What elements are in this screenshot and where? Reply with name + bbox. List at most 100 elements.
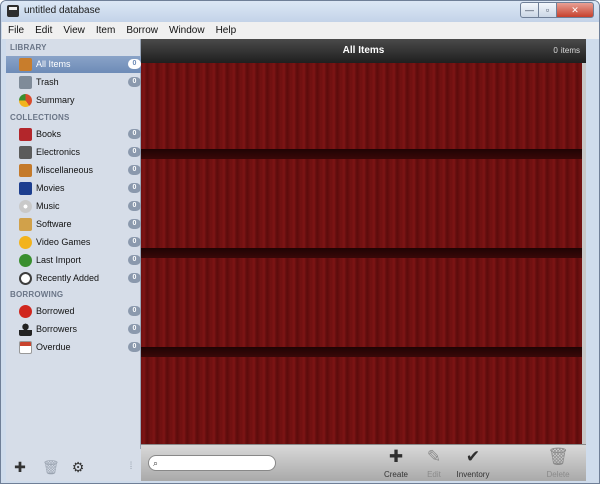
count-badge: 0 xyxy=(128,324,141,334)
count-badge: 0 xyxy=(128,77,141,87)
checkmark-circle-icon: ✔ xyxy=(465,447,481,466)
sidebar-item-recently-added[interactable]: Recently Added 0 xyxy=(6,270,141,287)
sidebar-footer: ✚ 🗑 ⚙ ⁞ xyxy=(6,449,141,481)
count-badge: 0 xyxy=(128,201,141,211)
sidebar-item-miscellaneous[interactable]: Miscellaneous 0 xyxy=(6,162,141,179)
sidebar-item-borrowers[interactable]: Borrowers 0 xyxy=(6,321,141,338)
edit-button[interactable]: ✎ Edit xyxy=(414,447,454,480)
count-badge: 0 xyxy=(128,255,141,265)
sidebar-item-label: Trash xyxy=(36,77,59,87)
sidebar-item-software[interactable]: Software 0 xyxy=(6,216,141,233)
sidebar-item-label: Recently Added xyxy=(36,273,100,283)
search-box[interactable]: ⌕ xyxy=(148,455,276,471)
count-badge: 0 xyxy=(128,342,141,352)
delete-collection-icon[interactable]: 🗑 xyxy=(42,460,60,474)
sidebar-item-label: Last Import xyxy=(36,255,82,265)
sidebar-item-label: Electronics xyxy=(36,147,81,157)
count-badge: 0 xyxy=(128,147,141,157)
sidebar-item-label: All Items xyxy=(36,59,71,69)
title-bar[interactable]: untitled database — ▫ ✕ xyxy=(1,1,599,22)
minimize-button[interactable]: — xyxy=(520,2,539,18)
count-badge: 0 xyxy=(128,237,141,247)
resize-grip-icon[interactable]: ⁞ xyxy=(128,460,134,474)
sidebar-item-label: Borrowers xyxy=(36,324,78,334)
all-items-icon xyxy=(19,58,32,71)
window-edge xyxy=(586,39,599,481)
item-count-value: 0 xyxy=(553,46,558,55)
menu-help[interactable]: Help xyxy=(216,25,237,36)
sidebar-item-label: Summary xyxy=(36,95,75,105)
count-badge: 0 xyxy=(128,183,141,193)
pencil-icon: ✎ xyxy=(426,447,442,466)
sidebar-item-last-import[interactable]: Last Import 0 xyxy=(6,252,141,269)
count-badge: 0 xyxy=(128,306,141,316)
count-badge: 0 xyxy=(128,129,141,139)
sidebar-item-summary[interactable]: Summary xyxy=(6,92,141,109)
tools-icon xyxy=(19,218,32,231)
sidebar-item-label: Video Games xyxy=(36,237,91,247)
close-button[interactable]: ✕ xyxy=(556,2,594,18)
sidebar-item-overdue[interactable]: Overdue 0 xyxy=(6,339,141,356)
bottom-toolbar: ⌕ ✚ Create ✎ Edit ✔ Inventory 🗑 Delete xyxy=(141,444,586,481)
menu-item[interactable]: Item xyxy=(96,25,115,36)
menu-borrow[interactable]: Borrow xyxy=(126,25,158,36)
sidebar-item-label: Miscellaneous xyxy=(36,165,94,175)
count-badge: 0 xyxy=(128,59,141,69)
menu-bar: File Edit View Item Borrow Window Help xyxy=(2,22,599,39)
create-button[interactable]: ✚ Create xyxy=(376,447,416,480)
app-window: untitled database — ▫ ✕ File Edit View I… xyxy=(0,0,600,484)
create-label: Create xyxy=(383,470,408,479)
search-icon: ⌕ xyxy=(153,458,159,468)
stop-sign-icon xyxy=(19,305,32,318)
delete-button[interactable]: 🗑 Delete xyxy=(538,447,578,480)
summary-pie-icon xyxy=(19,94,32,107)
sidebar-item-books[interactable]: Books 0 xyxy=(6,126,141,143)
bookshelf-view[interactable] xyxy=(141,63,582,444)
maximize-button[interactable]: ▫ xyxy=(538,2,557,18)
add-collection-button[interactable]: ✚ xyxy=(13,460,27,474)
delete-label: Delete xyxy=(546,470,570,479)
item-count-unit: items xyxy=(560,46,580,55)
sidebar-item-movies[interactable]: Movies 0 xyxy=(6,180,141,197)
trash-icon xyxy=(19,76,32,89)
smiley-icon xyxy=(19,236,32,249)
shelf-divider xyxy=(141,248,582,258)
printer-icon xyxy=(19,146,32,159)
sidebar-item-music[interactable]: Music 0 xyxy=(6,198,141,215)
shelf-divider xyxy=(141,347,582,357)
clapper-icon xyxy=(19,182,32,195)
inventory-label: Inventory xyxy=(456,470,490,479)
inventory-button[interactable]: ✔ Inventory xyxy=(451,447,495,480)
sidebar-item-borrowed[interactable]: Borrowed 0 xyxy=(6,303,141,320)
plus-icon: ✚ xyxy=(388,447,404,466)
box-icon xyxy=(19,164,32,177)
trash-icon: 🗑 xyxy=(547,447,569,466)
collections-header: COLLECTIONS xyxy=(10,113,70,122)
page-title: All Items xyxy=(342,45,385,56)
sidebar-item-video-games[interactable]: Video Games 0 xyxy=(6,234,141,251)
disc-icon xyxy=(19,200,32,213)
item-count: 0 items xyxy=(550,46,580,55)
borrowing-header: BORROWING xyxy=(10,290,64,299)
menu-edit[interactable]: Edit xyxy=(35,25,52,36)
sidebar-item-label: Books xyxy=(36,129,62,139)
sidebar-item-label: Overdue xyxy=(36,342,71,352)
sidebar-item-label: Borrowed xyxy=(36,306,75,316)
import-arrow-icon xyxy=(19,254,32,267)
sidebar-item-electronics[interactable]: Electronics 0 xyxy=(6,144,141,161)
sidebar-item-all-items[interactable]: All Items 0 xyxy=(6,56,141,73)
count-badge: 0 xyxy=(128,273,141,283)
settings-gear-icon[interactable]: ⚙ xyxy=(68,460,88,474)
clock-icon xyxy=(19,272,32,285)
menu-file[interactable]: File xyxy=(8,25,24,36)
person-icon xyxy=(19,323,32,336)
search-input[interactable] xyxy=(165,457,271,469)
app-clapper-icon xyxy=(7,5,19,17)
shelf-divider xyxy=(141,149,582,159)
count-badge: 0 xyxy=(128,165,141,175)
calendar-icon xyxy=(19,341,32,354)
sidebar-item-trash[interactable]: Trash 0 xyxy=(6,74,141,91)
menu-window[interactable]: Window xyxy=(169,25,205,36)
sidebar-item-label: Movies xyxy=(36,183,65,193)
menu-view[interactable]: View xyxy=(63,25,85,36)
